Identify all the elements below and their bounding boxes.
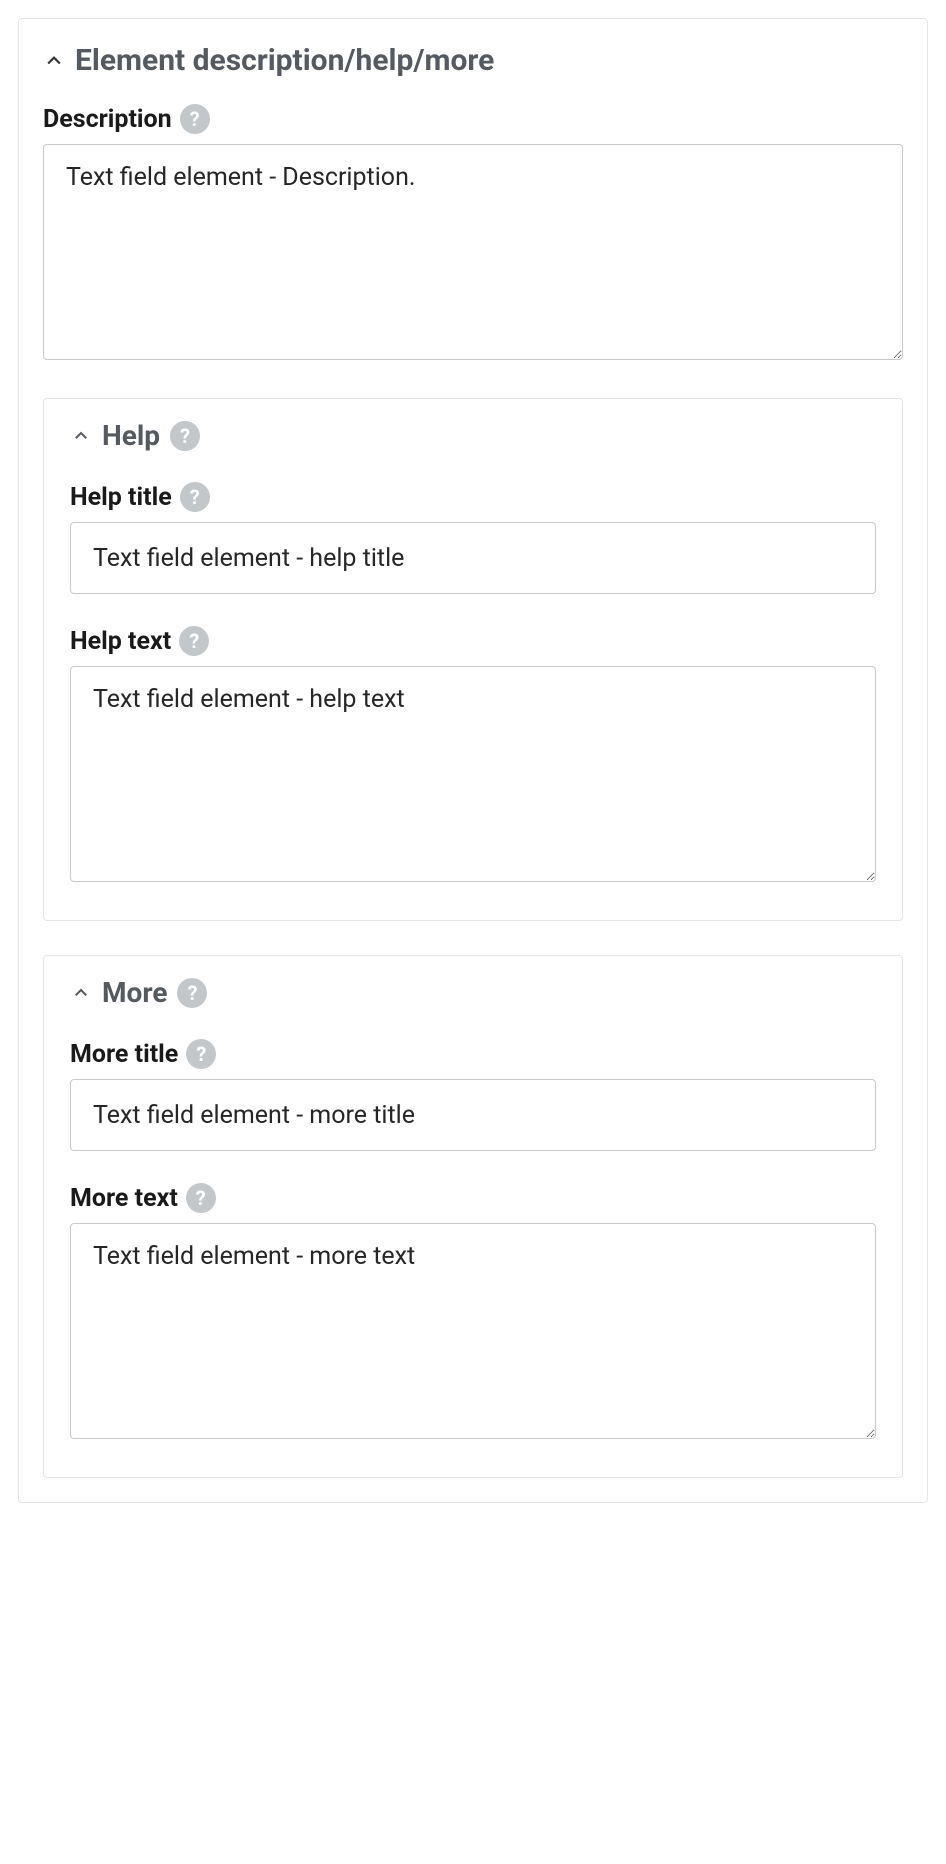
more-sub-panel: More ? More title ? More text ? — [43, 955, 903, 1478]
help-icon[interactable]: ? — [180, 104, 210, 134]
section-toggle-help[interactable]: Help ? — [70, 419, 876, 452]
help-text-field-group: Help text ? — [70, 626, 876, 886]
description-label: Description — [43, 105, 172, 134]
chevron-up-icon — [43, 50, 65, 72]
more-section-title: More — [102, 976, 167, 1009]
help-icon[interactable]: ? — [177, 978, 207, 1008]
help-icon[interactable]: ? — [180, 482, 210, 512]
description-textarea[interactable] — [43, 144, 903, 360]
more-text-field-group: More text ? — [70, 1183, 876, 1443]
more-title-label: More title — [70, 1040, 178, 1069]
help-title-field-group: Help title ? — [70, 482, 876, 594]
section-title: Element description/help/more — [75, 43, 494, 78]
help-icon[interactable]: ? — [186, 1183, 216, 1213]
chevron-up-icon — [70, 425, 92, 447]
help-sub-panel: Help ? Help title ? Help text ? — [43, 398, 903, 921]
help-title-input[interactable] — [70, 522, 876, 594]
help-text-label-row: Help text ? — [70, 626, 876, 656]
more-title-field-group: More title ? — [70, 1039, 876, 1151]
help-text-textarea[interactable] — [70, 666, 876, 882]
more-text-textarea[interactable] — [70, 1223, 876, 1439]
section-toggle-more[interactable]: More ? — [70, 976, 876, 1009]
more-text-label: More text — [70, 1184, 178, 1213]
help-section-title: Help — [102, 419, 160, 452]
more-title-label-row: More title ? — [70, 1039, 876, 1069]
help-icon[interactable]: ? — [170, 421, 200, 451]
help-text-label: Help text — [70, 627, 171, 656]
help-icon[interactable]: ? — [179, 626, 209, 656]
more-title-input[interactable] — [70, 1079, 876, 1151]
more-text-label-row: More text ? — [70, 1183, 876, 1213]
description-label-row: Description ? — [43, 104, 903, 134]
section-toggle-description-help-more[interactable]: Element description/help/more — [43, 43, 903, 78]
help-title-label-row: Help title ? — [70, 482, 876, 512]
chevron-up-icon — [70, 982, 92, 1004]
description-field-group: Description ? — [43, 104, 903, 364]
help-icon[interactable]: ? — [186, 1039, 216, 1069]
element-description-panel: Element description/help/more Descriptio… — [18, 18, 928, 1503]
help-title-label: Help title — [70, 483, 172, 512]
